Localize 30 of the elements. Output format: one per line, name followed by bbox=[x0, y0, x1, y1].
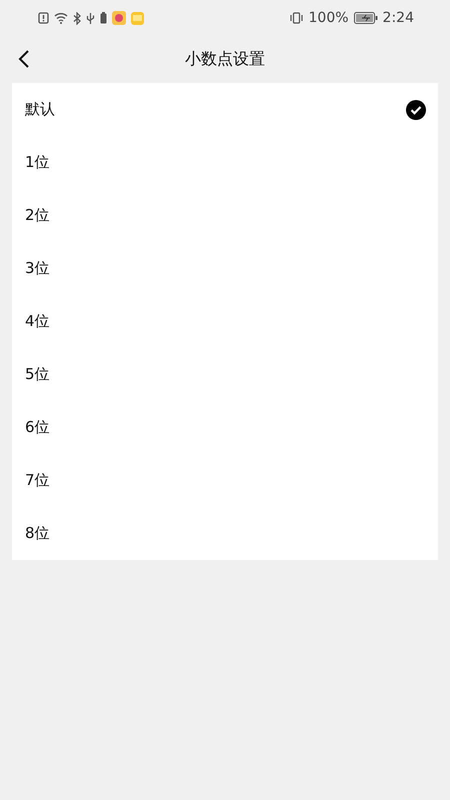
option-row[interactable]: 4位 bbox=[12, 295, 438, 348]
option-row[interactable]: 默认 bbox=[12, 83, 438, 136]
option-label: 4位 bbox=[25, 312, 50, 331]
page-title: 小数点设置 bbox=[185, 49, 265, 70]
option-row[interactable]: 5位 bbox=[12, 348, 438, 401]
option-row[interactable]: 7位 bbox=[12, 454, 438, 507]
option-label: 默认 bbox=[25, 100, 55, 119]
option-label: 7位 bbox=[25, 471, 50, 490]
battery-charging-icon bbox=[354, 12, 378, 24]
option-label: 2位 bbox=[25, 206, 50, 225]
option-row[interactable]: 1位 bbox=[12, 136, 438, 189]
battery-percentage: 100% bbox=[308, 10, 349, 26]
bluetooth-icon bbox=[73, 12, 81, 24]
clock-time: 2:24 bbox=[382, 10, 414, 26]
usb-icon bbox=[86, 12, 95, 24]
option-row[interactable]: 8位 bbox=[12, 507, 438, 560]
option-label: 6位 bbox=[25, 418, 50, 437]
option-label: 8位 bbox=[25, 524, 50, 543]
battery-icon bbox=[100, 12, 107, 24]
wifi-icon bbox=[54, 12, 68, 24]
vibrate-icon bbox=[288, 12, 304, 24]
option-label: 5位 bbox=[25, 365, 50, 384]
option-label: 3位 bbox=[25, 259, 50, 278]
option-row[interactable]: 2位 bbox=[12, 189, 438, 242]
option-row[interactable]: 6位 bbox=[12, 401, 438, 454]
option-row[interactable]: 3位 bbox=[12, 242, 438, 295]
app-icon bbox=[131, 12, 144, 24]
alert-icon bbox=[38, 12, 49, 24]
option-label: 1位 bbox=[25, 153, 50, 172]
app-icon bbox=[112, 11, 126, 25]
